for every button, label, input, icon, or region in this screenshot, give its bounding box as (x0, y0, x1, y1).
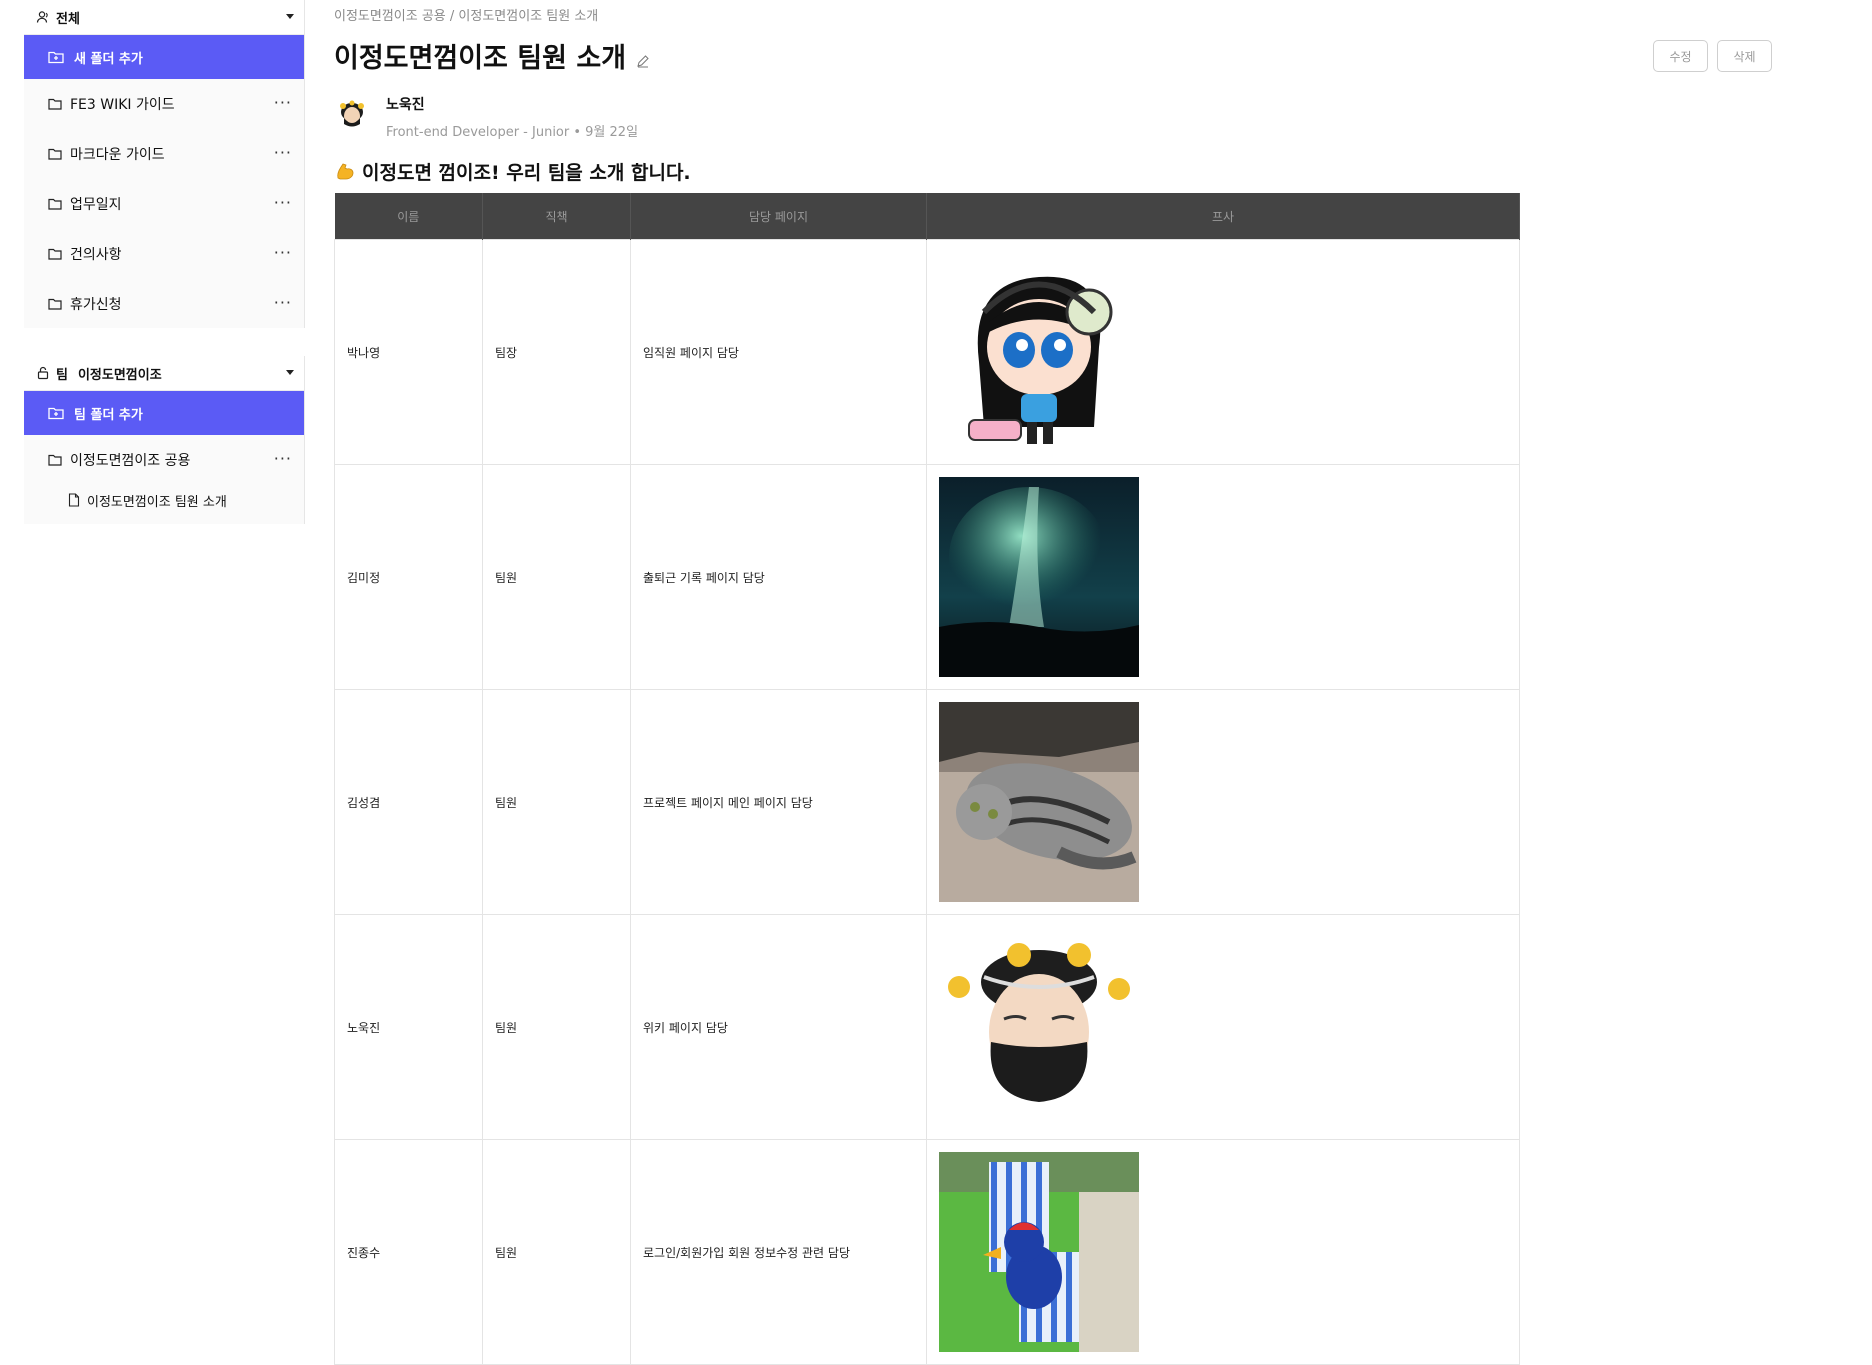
caret-down-icon[interactable] (286, 370, 294, 375)
sidebar-doc-team-intro[interactable]: 이정도면껌이조 팀원 소개 (24, 485, 304, 515)
team-group-label: 이정도면껌이조 (77, 367, 162, 383)
sidebar-folder-vacation[interactable]: 휴가신청 ··· (24, 279, 304, 329)
delete-button[interactable]: 삭제 (1717, 40, 1772, 72)
doc-label: 이정도면껌이조 팀원 소개 (87, 494, 227, 510)
pencil-icon[interactable] (636, 54, 650, 68)
edit-button[interactable]: 수정 (1653, 40, 1708, 72)
folder-label: 마크다운 가이드 (70, 147, 165, 163)
cell-name: 김미정 (334, 464, 483, 690)
add-team-folder-button[interactable]: 팀 폴더 추가 (24, 391, 304, 435)
folder-icon (48, 198, 62, 210)
cell-name: 김성겸 (334, 689, 483, 915)
cell-role: 팀원 (482, 464, 631, 690)
folder-icon (48, 454, 62, 466)
document-icon (68, 493, 80, 507)
folder-label: 이정도면껌이조 공용 (70, 453, 191, 469)
cell-name: 진종수 (334, 1139, 483, 1365)
cell-photo (926, 239, 1520, 465)
sidebar-folder-team-shared[interactable]: 이정도면껌이조 공용 ··· (24, 435, 304, 485)
cell-role: 팀원 (482, 914, 631, 1140)
team-group-header[interactable]: 팀 이정도면껌이조 (24, 356, 304, 391)
more-icon[interactable]: ··· (274, 193, 292, 212)
folder-label: 건의사항 (70, 247, 122, 263)
cell-role: 팀원 (482, 1139, 631, 1365)
table-row: 노욱진 팀원 위키 페이지 담당 (334, 914, 1520, 1140)
team-group: 팀 이정도면껌이조 팀 폴더 추가 이정도면껌이조 공용 ··· 이정도면껌이조… (24, 356, 305, 524)
users-icon (36, 10, 50, 24)
folder-plus-icon (48, 50, 64, 64)
cell-photo (926, 914, 1520, 1140)
folder-icon (48, 248, 62, 260)
cell-photo (926, 1139, 1520, 1365)
more-icon[interactable]: ··· (274, 449, 292, 468)
cell-page: 로그인/회원가입 회원 정보수정 관련 담당 (630, 1139, 927, 1365)
cell-name: 박나영 (334, 239, 483, 465)
cell-role: 팀장 (482, 239, 631, 465)
author-name: 노욱진 (386, 97, 425, 113)
cell-name: 노욱진 (334, 914, 483, 1140)
photo-game-bird (939, 1152, 1139, 1352)
section-heading-text: 이정도면 껌이조! 우리 팀을 소개 합니다. (362, 162, 691, 184)
all-group-header[interactable]: 전체 (24, 0, 304, 35)
more-icon[interactable]: ··· (274, 93, 292, 112)
title-row: 이정도면껌이조 팀원 소개 (334, 36, 650, 75)
folder-icon (48, 148, 62, 160)
table-row: 진종수 팀원 로그인/회원가입 회원 정보수정 관련 담당 (334, 1139, 1520, 1365)
sidebar-folder-suggestions[interactable]: 건의사항 ··· (24, 229, 304, 279)
members-table: 이름 직책 담당 페이지 프사 박나영 팀장 임직원 페이지 담당 김미정 팀원… (334, 193, 1520, 1365)
more-icon[interactable]: ··· (274, 293, 292, 312)
all-group-label: 전체 (56, 11, 80, 27)
table-row: 김미정 팀원 출퇴근 기록 페이지 담당 (334, 464, 1520, 690)
folder-label: 휴가신청 (70, 297, 122, 313)
breadcrumb[interactable]: 이정도면껌이조 공용 / 이정도면껌이조 팀원 소개 (334, 5, 598, 24)
add-team-folder-label: 팀 폴더 추가 (74, 407, 143, 423)
cell-role: 팀원 (482, 689, 631, 915)
folder-plus-icon (48, 406, 64, 420)
more-icon[interactable]: ··· (274, 243, 292, 262)
page-title: 이정도면껌이조 팀원 소개 (334, 43, 627, 74)
section-heading: 이정도면 껌이조! 우리 팀을 소개 합니다. (334, 158, 691, 185)
flexed-biceps-icon (334, 161, 356, 183)
header-name: 이름 (334, 193, 483, 240)
cell-page: 프로젝트 페이지 메인 페이지 담당 (630, 689, 927, 915)
team-prefix: 팀 (56, 367, 68, 383)
cell-photo (926, 689, 1520, 915)
caret-down-icon[interactable] (286, 14, 294, 19)
cell-photo (926, 464, 1520, 690)
cell-page: 위키 페이지 담당 (630, 914, 927, 1140)
sidebar-folder-work-log[interactable]: 업무일지 ··· (24, 179, 304, 229)
folder-label: FE3 WIKI 가이드 (70, 97, 175, 113)
cell-page: 출퇴근 기록 페이지 담당 (630, 464, 927, 690)
header-role: 직책 (482, 193, 631, 240)
photo-cartoon-girl (939, 252, 1139, 452)
photo-aurora (939, 477, 1139, 677)
table-row: 박나영 팀장 임직원 페이지 담당 (334, 239, 1520, 465)
table-row: 김성겸 팀원 프로젝트 페이지 메인 페이지 담당 (334, 689, 1520, 915)
all-group: 전체 새 폴더 추가 FE3 WIKI 가이드 ··· 마크다운 가이드 ···… (24, 0, 305, 328)
cell-page: 임직원 페이지 담당 (630, 239, 927, 465)
header-page: 담당 페이지 (630, 193, 927, 240)
author-info: 노욱진 Front-end Developer - Junior • 9월 22… (334, 94, 638, 140)
lock-icon (36, 366, 50, 380)
folder-icon (48, 298, 62, 310)
add-folder-label: 새 폴더 추가 (74, 51, 143, 67)
add-folder-button[interactable]: 새 폴더 추가 (24, 35, 304, 79)
avatar (334, 96, 370, 132)
sidebar-folder-markdown-guide[interactable]: 마크다운 가이드 ··· (24, 129, 304, 179)
author-meta: Front-end Developer - Junior • 9월 22일 (386, 125, 639, 140)
photo-tabby-cat (939, 702, 1139, 902)
table-header-row: 이름 직책 담당 페이지 프사 (334, 193, 1520, 240)
folder-label: 업무일지 (70, 197, 122, 213)
sidebar-folder-fe3-wiki[interactable]: FE3 WIKI 가이드 ··· (24, 79, 304, 129)
photo-memoji-mask (939, 927, 1139, 1127)
more-icon[interactable]: ··· (274, 143, 292, 162)
folder-icon (48, 98, 62, 110)
header-photo: 프사 (926, 193, 1520, 240)
